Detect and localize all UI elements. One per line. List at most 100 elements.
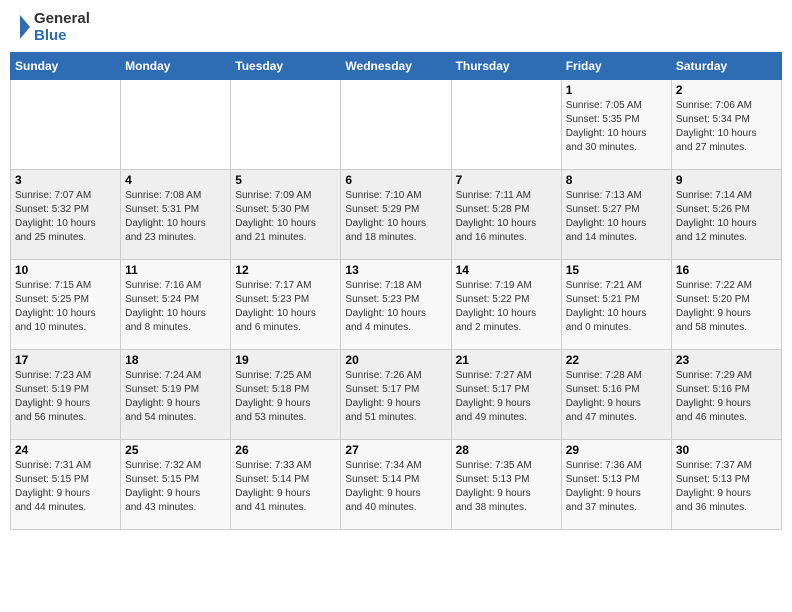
calendar-cell	[451, 80, 561, 170]
day-info: Sunrise: 7:18 AMSunset: 5:23 PMDaylight:…	[345, 279, 446, 335]
day-info: Sunrise: 7:25 AMSunset: 5:18 PMDaylight:…	[235, 369, 336, 425]
day-number: 28	[456, 443, 557, 457]
day-info: Sunrise: 7:28 AMSunset: 5:16 PMDaylight:…	[566, 369, 667, 425]
day-number: 14	[456, 263, 557, 277]
day-info: Sunrise: 7:11 AMSunset: 5:28 PMDaylight:…	[456, 189, 557, 245]
week-row-3: 10 Sunrise: 7:15 AMSunset: 5:25 PMDayligh…	[11, 260, 782, 350]
calendar-cell: 1 Sunrise: 7:05 AMSunset: 5:35 PMDaylight…	[561, 80, 671, 170]
day-info: Sunrise: 7:36 AMSunset: 5:13 PMDaylight:…	[566, 459, 667, 515]
day-number: 11	[125, 263, 226, 277]
calendar-cell: 25Sunrise: 7:32 AMSunset: 5:15 PMDayligh…	[121, 440, 231, 530]
day-info: Sunrise: 7:27 AMSunset: 5:17 PMDaylight:…	[456, 369, 557, 425]
weekday-header-tuesday: Tuesday	[231, 53, 341, 80]
calendar-cell: 2Sunrise: 7:06 AMSunset: 5:34 PMDaylight…	[671, 80, 781, 170]
week-row-5: 24 Sunrise: 7:31 AMSunset: 5:15 PMDayligh…	[11, 440, 782, 530]
day-number: 13	[345, 263, 446, 277]
day-number: 23	[676, 353, 777, 367]
day-number: 29	[566, 443, 667, 457]
day-info: Sunrise: 7:16 AMSunset: 5:24 PMDaylight:…	[125, 279, 226, 335]
day-info: Sunrise: 7:31 AMSunset: 5:15 PMDaylight:…	[15, 459, 116, 515]
day-number: 20	[345, 353, 446, 367]
calendar-cell	[231, 80, 341, 170]
day-info: Sunrise: 7:23 AMSunset: 5:19 PMDaylight:…	[15, 369, 116, 425]
calendar-cell: 22Sunrise: 7:28 AMSunset: 5:16 PMDayligh…	[561, 350, 671, 440]
day-info: Sunrise: 7:26 AMSunset: 5:17 PMDaylight:…	[345, 369, 446, 425]
day-info: Sunrise: 7:37 AMSunset: 5:13 PMDaylight:…	[676, 459, 777, 515]
day-info: Sunrise: 7:14 AMSunset: 5:26 PMDaylight:…	[676, 189, 777, 245]
calendar: SundayMondayTuesdayWednesdayThursdayFrid…	[10, 52, 782, 530]
calendar-cell	[121, 80, 231, 170]
calendar-cell: 28 Sunrise: 7:35 AMSunset: 5:13 PMDayligh…	[451, 440, 561, 530]
calendar-cell: 8 Sunrise: 7:13 AMSunset: 5:27 PMDaylight…	[561, 170, 671, 260]
day-number: 3	[15, 173, 116, 187]
day-number: 26	[235, 443, 336, 457]
logo-text-blue: Blue	[34, 27, 90, 44]
calendar-cell: 18 Sunrise: 7:24 AMSunset: 5:19 PMDayligh…	[121, 350, 231, 440]
weekday-header-sunday: Sunday	[11, 53, 121, 80]
day-info: Sunrise: 7:22 AMSunset: 5:20 PMDaylight:…	[676, 279, 777, 335]
calendar-cell: 3 Sunrise: 7:07 AMSunset: 5:32 PMDaylight…	[11, 170, 121, 260]
day-number: 12	[235, 263, 336, 277]
calendar-cell: 10 Sunrise: 7:15 AMSunset: 5:25 PMDayligh…	[11, 260, 121, 350]
day-info: Sunrise: 7:17 AMSunset: 5:23 PMDaylight:…	[235, 279, 336, 335]
day-number: 27	[345, 443, 446, 457]
logo: General Blue	[10, 10, 90, 44]
day-info: Sunrise: 7:13 AMSunset: 5:27 PMDaylight:…	[566, 189, 667, 245]
day-number: 5	[235, 173, 336, 187]
calendar-cell: 27 Sunrise: 7:34 AMSunset: 5:14 PMDayligh…	[341, 440, 451, 530]
day-info: Sunrise: 7:15 AMSunset: 5:25 PMDaylight:…	[15, 279, 116, 335]
calendar-cell: 4Sunrise: 7:08 AMSunset: 5:31 PMDaylight…	[121, 170, 231, 260]
page: General Blue SundayMondayTuesdayWednesda…	[0, 0, 792, 612]
calendar-cell: 29 Sunrise: 7:36 AMSunset: 5:13 PMDayligh…	[561, 440, 671, 530]
week-row-1: 1 Sunrise: 7:05 AMSunset: 5:35 PMDaylight…	[11, 80, 782, 170]
day-info: Sunrise: 7:21 AMSunset: 5:21 PMDaylight:…	[566, 279, 667, 335]
calendar-cell: 5Sunrise: 7:09 AMSunset: 5:30 PMDaylight…	[231, 170, 341, 260]
day-number: 18	[125, 353, 226, 367]
calendar-cell: 11 Sunrise: 7:16 AMSunset: 5:24 PMDayligh…	[121, 260, 231, 350]
weekday-header-friday: Friday	[561, 53, 671, 80]
calendar-cell	[11, 80, 121, 170]
week-row-4: 17 Sunrise: 7:23 AMSunset: 5:19 PMDayligh…	[11, 350, 782, 440]
day-info: Sunrise: 7:10 AMSunset: 5:29 PMDaylight:…	[345, 189, 446, 245]
logo-text-general: General	[34, 10, 90, 27]
calendar-cell: 15 Sunrise: 7:21 AMSunset: 5:21 PMDayligh…	[561, 260, 671, 350]
day-number: 15	[566, 263, 667, 277]
calendar-cell: 14 Sunrise: 7:19 AMSunset: 5:22 PMDayligh…	[451, 260, 561, 350]
calendar-cell: 7 Sunrise: 7:11 AMSunset: 5:28 PMDaylight…	[451, 170, 561, 260]
calendar-cell: 12 Sunrise: 7:17 AMSunset: 5:23 PMDayligh…	[231, 260, 341, 350]
day-info: Sunrise: 7:33 AMSunset: 5:14 PMDaylight:…	[235, 459, 336, 515]
day-number: 17	[15, 353, 116, 367]
day-number: 1	[566, 83, 667, 97]
weekday-header-wednesday: Wednesday	[341, 53, 451, 80]
day-info: Sunrise: 7:35 AMSunset: 5:13 PMDaylight:…	[456, 459, 557, 515]
calendar-cell: 21Sunrise: 7:27 AMSunset: 5:17 PMDayligh…	[451, 350, 561, 440]
calendar-cell: 17 Sunrise: 7:23 AMSunset: 5:19 PMDayligh…	[11, 350, 121, 440]
day-number: 19	[235, 353, 336, 367]
weekday-header-row: SundayMondayTuesdayWednesdayThursdayFrid…	[11, 53, 782, 80]
day-info: Sunrise: 7:24 AMSunset: 5:19 PMDaylight:…	[125, 369, 226, 425]
day-info: Sunrise: 7:08 AMSunset: 5:31 PMDaylight:…	[125, 189, 226, 245]
day-number: 30	[676, 443, 777, 457]
header: General Blue	[10, 10, 782, 44]
calendar-cell: 19 Sunrise: 7:25 AMSunset: 5:18 PMDayligh…	[231, 350, 341, 440]
day-number: 6	[345, 173, 446, 187]
day-number: 24	[15, 443, 116, 457]
weekday-header-monday: Monday	[121, 53, 231, 80]
day-info: Sunrise: 7:06 AMSunset: 5:34 PMDaylight:…	[676, 99, 777, 155]
day-number: 16	[676, 263, 777, 277]
day-number: 7	[456, 173, 557, 187]
calendar-cell: 13 Sunrise: 7:18 AMSunset: 5:23 PMDayligh…	[341, 260, 451, 350]
day-number: 8	[566, 173, 667, 187]
day-number: 10	[15, 263, 116, 277]
day-info: Sunrise: 7:07 AMSunset: 5:32 PMDaylight:…	[15, 189, 116, 245]
day-info: Sunrise: 7:34 AMSunset: 5:14 PMDaylight:…	[345, 459, 446, 515]
day-info: Sunrise: 7:19 AMSunset: 5:22 PMDaylight:…	[456, 279, 557, 335]
calendar-cell: 30 Sunrise: 7:37 AMSunset: 5:13 PMDayligh…	[671, 440, 781, 530]
calendar-cell: 16 Sunrise: 7:22 AMSunset: 5:20 PMDayligh…	[671, 260, 781, 350]
day-info: Sunrise: 7:05 AMSunset: 5:35 PMDaylight:…	[566, 99, 667, 155]
day-info: Sunrise: 7:29 AMSunset: 5:16 PMDaylight:…	[676, 369, 777, 425]
calendar-cell: 26 Sunrise: 7:33 AMSunset: 5:14 PMDayligh…	[231, 440, 341, 530]
calendar-cell: 6 Sunrise: 7:10 AMSunset: 5:29 PMDaylight…	[341, 170, 451, 260]
logo-triangle-icon	[10, 13, 30, 41]
day-number: 9	[676, 173, 777, 187]
